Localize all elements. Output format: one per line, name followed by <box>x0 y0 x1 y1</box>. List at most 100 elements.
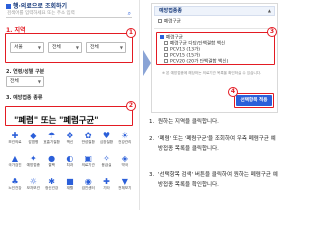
category-label: 보건의료 <box>8 140 22 144</box>
category-icon: ♣ <box>11 177 19 186</box>
category-item[interactable]: ☀ 건강관리 <box>116 131 134 147</box>
category-label: 백신 <box>66 140 74 144</box>
disease-label: 3. 예방접종 종류 <box>6 95 43 101</box>
category-item[interactable]: ✱ 정신건강 <box>43 177 61 193</box>
category-label: 정신건강 <box>44 186 59 190</box>
category-icon: ✧ <box>103 154 110 163</box>
category-item[interactable]: ♣ 노인건강 <box>6 177 24 193</box>
vaccine-option-label: PCV13 (13가) <box>170 47 201 53</box>
category-item[interactable]: ▼ 전체보기 <box>116 177 134 193</box>
category-item[interactable]: ❖ 백신 <box>61 131 79 147</box>
top-checkbox-row[interactable]: 폐렴구균 <box>158 19 181 26</box>
category-item[interactable]: ✧ 응급실 <box>98 154 116 170</box>
category-label: 약국 <box>121 163 129 167</box>
category-label: 예방접종 <box>26 163 40 167</box>
search-input[interactable]: 검색어를 입력하세요 또는 주소 입력 ⌕ <box>6 9 132 18</box>
category-icon: ◉ <box>84 177 92 186</box>
category-item[interactable]: ♥ 심장질환 <box>98 131 116 147</box>
vaccine-option-label: PCV20 (20가 단백결합 백신) <box>170 59 229 65</box>
step-2: 2. '폐렴' 또는 '폐렴구균'을 조회하여 우측 폐렴구균 예방접종 목록을 … <box>149 136 276 152</box>
checkbox[interactable] <box>160 35 164 39</box>
region-select-city[interactable]: 서울 ▼ <box>10 42 44 53</box>
category-icon: ✿ <box>84 131 92 140</box>
chevron-down-icon: ▼ <box>119 45 123 50</box>
category-label: 만성질환 <box>81 140 95 144</box>
vaccine-type-dropdown[interactable]: 예방접종종 ▲ <box>154 6 275 16</box>
chevron-down-icon: ▼ <box>37 79 41 84</box>
chevron-down-icon: ▼ <box>75 45 79 50</box>
checkbox[interactable] <box>164 41 168 45</box>
category-icon: ◐ <box>66 154 74 163</box>
category-icon: ♥ <box>102 131 111 140</box>
step-badge-3: 3 <box>267 27 277 37</box>
checkbox[interactable] <box>158 19 162 23</box>
instruction-steps: 1. 원하는 지역을 클릭합니다. 2. '폐렴' 또는 '폐렴구균'을 조회하여 … <box>149 118 278 206</box>
search-query-text: "폐렴" 또는 "폐렴구균" <box>14 116 99 126</box>
category-label: 심장질환 <box>99 140 114 144</box>
category-item[interactable]: ✚ 보건의료 <box>6 131 24 147</box>
region-select-district[interactable]: 전체 ▼ <box>48 42 82 53</box>
age-label: 2. 연령/성별 구분 <box>6 69 45 75</box>
vaccine-filter-panel: 예방접종종 ▲ 폐렴구균 3 폐렴구균 폐렴구균 다당/단백결합 백신 PCV13 (… <box>151 3 278 113</box>
category-item[interactable]: ☼ 모자보건 <box>24 177 42 193</box>
category-item[interactable]: ◆ 감염병 <box>24 131 42 147</box>
category-icon: ✱ <box>48 177 55 186</box>
region-select-town[interactable]: 전체 ▼ <box>86 42 126 53</box>
category-icon: ▼ <box>121 177 128 186</box>
category-icon: ☼ <box>29 177 37 186</box>
category-item[interactable]: ◈ 약국 <box>116 154 134 170</box>
chevron-down-icon: ▲ <box>267 8 271 13</box>
category-icon: ✦ <box>29 154 37 163</box>
category-label: 재활 <box>66 186 74 190</box>
checkbox[interactable] <box>164 59 168 63</box>
category-icon: ◆ <box>30 131 37 140</box>
category-item[interactable]: ■ 재활 <box>61 177 79 193</box>
vaccine-option-label: PCV15 (15가) <box>170 53 201 59</box>
vaccine-option-label: 폐렴구균 다당/단백결합 백신 <box>170 41 226 47</box>
category-label: 모자보건 <box>26 186 40 190</box>
arrow-right-icon <box>143 50 151 76</box>
category-label: 검진센터 <box>81 186 95 190</box>
mobile-search-panel: 행·의료으로 조회하기 검색어를 입력하세요 또는 주소 입력 ⌕ 1. 지역 … <box>0 0 140 210</box>
category-item[interactable]: ✚ 기타 <box>98 177 116 193</box>
category-label: 호흡기질환 <box>43 140 60 144</box>
checkbox[interactable] <box>164 53 168 57</box>
age-select[interactable]: 전체 ▼ <box>6 76 44 87</box>
highlight-box-4 <box>234 93 274 108</box>
step-badge-1: 1 <box>126 28 136 38</box>
category-label: 국가검진 <box>8 163 22 167</box>
category-icon: ❖ <box>66 131 74 140</box>
category-item[interactable]: ✿ 만성질환 <box>79 131 97 147</box>
category-item[interactable]: ◐ 치과 <box>61 154 79 170</box>
category-label: 감염병 <box>28 140 39 144</box>
step-3: 3. '선택항목 검색' 버튼을 클릭하여 원하는 폐렴구균 예방접종 목록을 확… <box>149 172 278 188</box>
step-badge-2: 2 <box>126 101 136 111</box>
category-icon: ▲ <box>11 154 19 163</box>
category-icon: ✚ <box>11 131 19 140</box>
category-label: 의료기관 <box>81 163 95 167</box>
search-icon[interactable]: ⌕ <box>128 10 131 17</box>
category-label: 건강관리 <box>118 140 132 144</box>
category-item[interactable]: ✦ 예방접종 <box>24 154 42 170</box>
info-note: ※ 본 예방접종에 해당하는 의료기관 목록을 확인하실 수 있습니다. <box>162 71 262 75</box>
step-1: 1. 원하는 지역을 클릭합니다. <box>149 119 219 125</box>
category-item[interactable]: ▲ 국가검진 <box>6 154 24 170</box>
category-label: 기타 <box>103 186 110 190</box>
category-icon: ● <box>48 154 56 163</box>
category-item[interactable]: ● 결핵 <box>43 154 61 170</box>
category-icon: ■ <box>66 177 74 186</box>
category-label: 전체보기 <box>118 186 132 190</box>
category-label: 응급실 <box>101 163 112 167</box>
category-item[interactable]: ☂ 호흡기질환 <box>43 131 61 147</box>
category-item[interactable]: ▣ 의료기관 <box>79 154 97 170</box>
chevron-down-icon: ▼ <box>37 45 41 50</box>
category-icon: ☂ <box>48 131 56 140</box>
category-item[interactable]: ◉ 검진센터 <box>79 177 97 193</box>
category-icon: ◈ <box>121 154 128 163</box>
checkbox[interactable] <box>164 47 168 51</box>
step-badge-4: 4 <box>228 87 238 97</box>
category-grid: ✚ 보건의료 ◆ 감염병 ☂ 호흡기질환 ❖ 백신 ✿ 만성질환 ♥ 심장질환 ☀ 건강관리 ▲ 국가검진 ✦ 예… <box>6 131 134 203</box>
category-label: 치과 <box>66 163 74 167</box>
vaccine-option[interactable]: PCV20 (20가 단백결합 백신) <box>164 59 228 66</box>
vaccine-option-label: 폐렴구균 <box>166 35 183 41</box>
